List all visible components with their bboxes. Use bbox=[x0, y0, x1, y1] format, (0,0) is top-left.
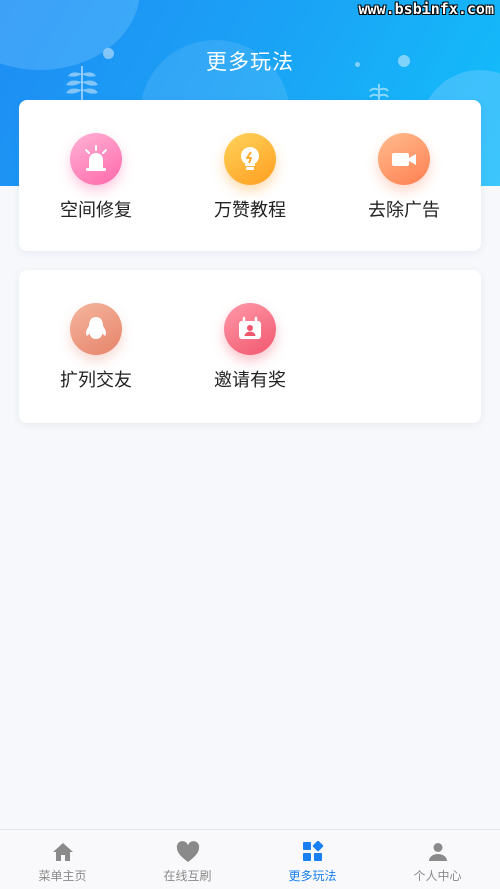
home-icon bbox=[0, 839, 125, 865]
watermark: www.bsbinfx.com bbox=[358, 0, 494, 18]
features-card-1: 空间修复 万赞教程 去除广告 bbox=[19, 100, 481, 251]
bottom-tab-bar: 菜单主页 在线互刷 更多玩法 个人中心 bbox=[0, 829, 500, 889]
feature-label: 万赞教程 bbox=[214, 200, 286, 221]
tab-label: 在线互刷 bbox=[163, 869, 212, 883]
feature-label: 空间修复 bbox=[60, 200, 132, 221]
video-camera-icon bbox=[378, 133, 430, 185]
tab-home[interactable]: 菜单主页 bbox=[0, 830, 125, 889]
penguin-icon bbox=[70, 303, 122, 355]
heart-icon bbox=[125, 839, 250, 865]
feature-label: 去除广告 bbox=[368, 200, 440, 221]
grid-icon bbox=[250, 839, 375, 865]
lightbulb-icon bbox=[224, 133, 276, 185]
feature-likes-tutorial[interactable]: 万赞教程 bbox=[175, 133, 325, 222]
feature-label: 扩列交友 bbox=[60, 370, 132, 391]
tab-more-play[interactable]: 更多玩法 bbox=[250, 830, 375, 889]
siren-icon bbox=[70, 133, 122, 185]
tab-label: 菜单主页 bbox=[38, 869, 87, 883]
features-card-2: 扩列交友 邀请有奖 bbox=[19, 270, 481, 423]
tab-label: 更多玩法 bbox=[288, 869, 337, 883]
feature-label: 邀请有奖 bbox=[214, 370, 286, 391]
feature-space-repair[interactable]: 空间修复 bbox=[21, 133, 171, 222]
tab-label: 个人中心 bbox=[413, 869, 462, 883]
feature-make-friends[interactable]: 扩列交友 bbox=[21, 303, 171, 392]
person-icon bbox=[375, 839, 500, 865]
tab-online-brush[interactable]: 在线互刷 bbox=[125, 830, 250, 889]
feature-remove-ads[interactable]: 去除广告 bbox=[329, 133, 479, 222]
page-title: 更多玩法 bbox=[206, 50, 294, 74]
calendar-person-icon bbox=[224, 303, 276, 355]
tab-personal-center[interactable]: 个人中心 bbox=[375, 830, 500, 889]
feature-invite-reward[interactable]: 邀请有奖 bbox=[175, 303, 325, 392]
